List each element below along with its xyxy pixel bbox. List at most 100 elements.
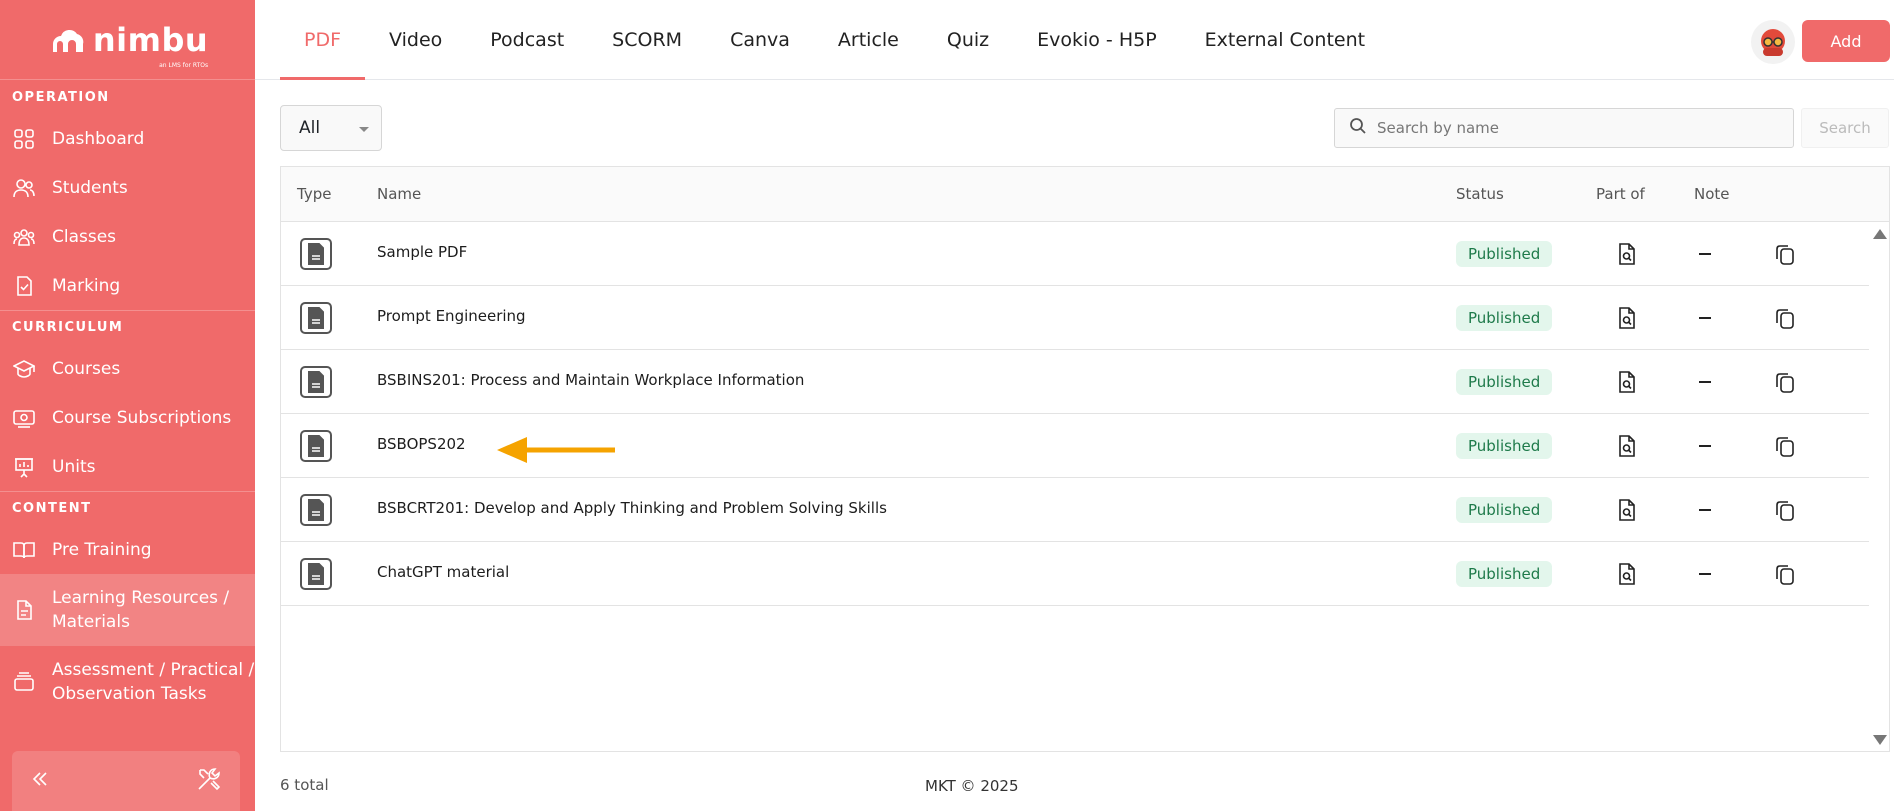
classes-icon <box>12 225 36 249</box>
sidebar: nimbu an LMS for RTOs OPERATION Dashboar… <box>0 0 255 811</box>
type-filter-select[interactable]: All <box>280 105 382 151</box>
status-badge: Published <box>1456 305 1553 331</box>
pdf-file-icon <box>300 366 332 398</box>
type-filter-value: All <box>299 118 321 138</box>
logo-name: nimbu <box>92 20 209 59</box>
sidebar-item-courses[interactable]: Courses <box>0 344 255 393</box>
cloud-logo-icon <box>52 29 84 52</box>
students-icon <box>12 176 36 200</box>
document-search-icon[interactable] <box>1615 370 1639 394</box>
note-empty-dash <box>1699 317 1711 319</box>
table-row[interactable]: Prompt Engineering Published <box>281 286 1869 350</box>
resource-name[interactable]: BSBOPS202 <box>377 435 466 453</box>
sidebar-item-pre-training[interactable]: Pre Training <box>0 525 255 574</box>
logo-tagline: an LMS for RTOs <box>159 61 209 69</box>
tab-video[interactable]: Video <box>365 0 466 80</box>
document-search-icon[interactable] <box>1615 562 1639 586</box>
marking-icon <box>12 274 36 298</box>
table-row[interactable]: BSBINS201: Process and Maintain Workplac… <box>281 350 1869 414</box>
note-empty-dash <box>1699 445 1711 447</box>
tools-icon[interactable] <box>196 766 222 796</box>
avatar[interactable] <box>1751 20 1795 64</box>
status-badge: Published <box>1456 561 1553 587</box>
book-icon <box>12 538 36 562</box>
logo[interactable]: nimbu an LMS for RTOs <box>0 0 255 80</box>
section-title-content: CONTENT <box>0 491 255 525</box>
tab-canva[interactable]: Canva <box>706 0 814 80</box>
status-badge: Published <box>1456 497 1553 523</box>
scroll-down-arrow-icon[interactable] <box>1873 735 1887 745</box>
search-button[interactable]: Search <box>1801 108 1889 148</box>
resource-name[interactable]: Prompt Engineering <box>377 307 526 325</box>
copy-icon[interactable] <box>1773 562 1797 586</box>
top-bar: PDF Video Podcast SCORM Canva Article Qu… <box>255 0 1894 80</box>
sidebar-item-label: Dashboard <box>52 128 145 149</box>
status-badge: Published <box>1456 433 1553 459</box>
column-header-name[interactable]: Name <box>377 185 421 203</box>
pdf-file-icon <box>300 238 332 270</box>
column-header-type[interactable]: Type <box>297 185 331 203</box>
copy-icon[interactable] <box>1773 306 1797 330</box>
sidebar-item-assessment-tasks[interactable]: Assessment / Practical / Observation Tas… <box>0 646 255 718</box>
sidebar-item-label: Students <box>52 177 128 198</box>
copy-icon[interactable] <box>1773 370 1797 394</box>
status-badge: Published <box>1456 241 1553 267</box>
sidebar-item-label: Classes <box>52 226 117 247</box>
document-icon <box>12 598 36 622</box>
search-box <box>1334 108 1794 148</box>
resource-name[interactable]: BSBCRT201: Develop and Apply Thinking an… <box>377 499 887 517</box>
sidebar-item-label: Courses <box>52 358 121 379</box>
document-search-icon[interactable] <box>1615 306 1639 330</box>
tab-scorm[interactable]: SCORM <box>588 0 706 80</box>
search-icon <box>1349 117 1367 139</box>
dashboard-icon <box>12 127 36 151</box>
presentation-icon <box>12 455 36 479</box>
tab-external-content[interactable]: External Content <box>1181 0 1389 80</box>
copyright: MKT © 2025 <box>925 777 1019 795</box>
resource-name[interactable]: Sample PDF <box>377 243 467 261</box>
sidebar-item-label: Assessment / Practical / Observation Tas… <box>52 660 255 704</box>
status-badge: Published <box>1456 369 1553 395</box>
pdf-file-icon <box>300 302 332 334</box>
column-header-note[interactable]: Note <box>1694 185 1730 203</box>
sidebar-item-label: Pre Training <box>52 539 152 560</box>
table-row[interactable]: BSBCRT201: Develop and Apply Thinking an… <box>281 478 1869 542</box>
tab-quiz[interactable]: Quiz <box>923 0 1013 80</box>
resource-name[interactable]: BSBINS201: Process and Maintain Workplac… <box>377 371 804 389</box>
search-input[interactable] <box>1377 119 1777 137</box>
note-empty-dash <box>1699 253 1711 255</box>
table-row[interactable]: ChatGPT material Published <box>281 542 1869 606</box>
sidebar-item-marking[interactable]: Marking <box>0 261 255 310</box>
sidebar-item-classes[interactable]: Classes <box>0 212 255 261</box>
sidebar-item-label: Units <box>52 456 96 477</box>
document-search-icon[interactable] <box>1615 498 1639 522</box>
sidebar-item-course-subscriptions[interactable]: Course Subscriptions <box>0 393 255 442</box>
add-button[interactable]: Add <box>1802 20 1890 62</box>
total-count: 6 total <box>280 776 329 794</box>
tab-pdf[interactable]: PDF <box>280 0 366 80</box>
tab-podcast[interactable]: Podcast <box>466 0 588 80</box>
section-title-curriculum: CURRICULUM <box>0 310 255 344</box>
pdf-file-icon <box>300 430 332 462</box>
copy-icon[interactable] <box>1773 434 1797 458</box>
document-search-icon[interactable] <box>1615 242 1639 266</box>
copy-icon[interactable] <box>1773 498 1797 522</box>
resource-name[interactable]: ChatGPT material <box>377 563 509 581</box>
sidebar-item-dashboard[interactable]: Dashboard <box>0 114 255 163</box>
sidebar-item-learning-resources[interactable]: Learning Resources / Materials <box>0 574 255 646</box>
document-search-icon[interactable] <box>1615 434 1639 458</box>
scroll-up-arrow-icon[interactable] <box>1873 229 1887 239</box>
table-row[interactable]: Sample PDF Published <box>281 222 1869 286</box>
pdf-file-icon <box>300 494 332 526</box>
note-empty-dash <box>1699 381 1711 383</box>
column-header-status[interactable]: Status <box>1456 185 1504 203</box>
copy-icon[interactable] <box>1773 242 1797 266</box>
tab-article[interactable]: Article <box>814 0 923 80</box>
sidebar-item-units[interactable]: Units <box>0 442 255 491</box>
tab-evokio-h5p[interactable]: Evokio - H5P <box>1013 0 1181 80</box>
column-header-part-of[interactable]: Part of <box>1596 185 1645 203</box>
sidebar-item-students[interactable]: Students <box>0 163 255 212</box>
double-chevron-left-icon[interactable] <box>30 769 50 793</box>
tray-icon <box>12 670 36 694</box>
sidebar-item-label: Course Subscriptions <box>52 407 232 428</box>
